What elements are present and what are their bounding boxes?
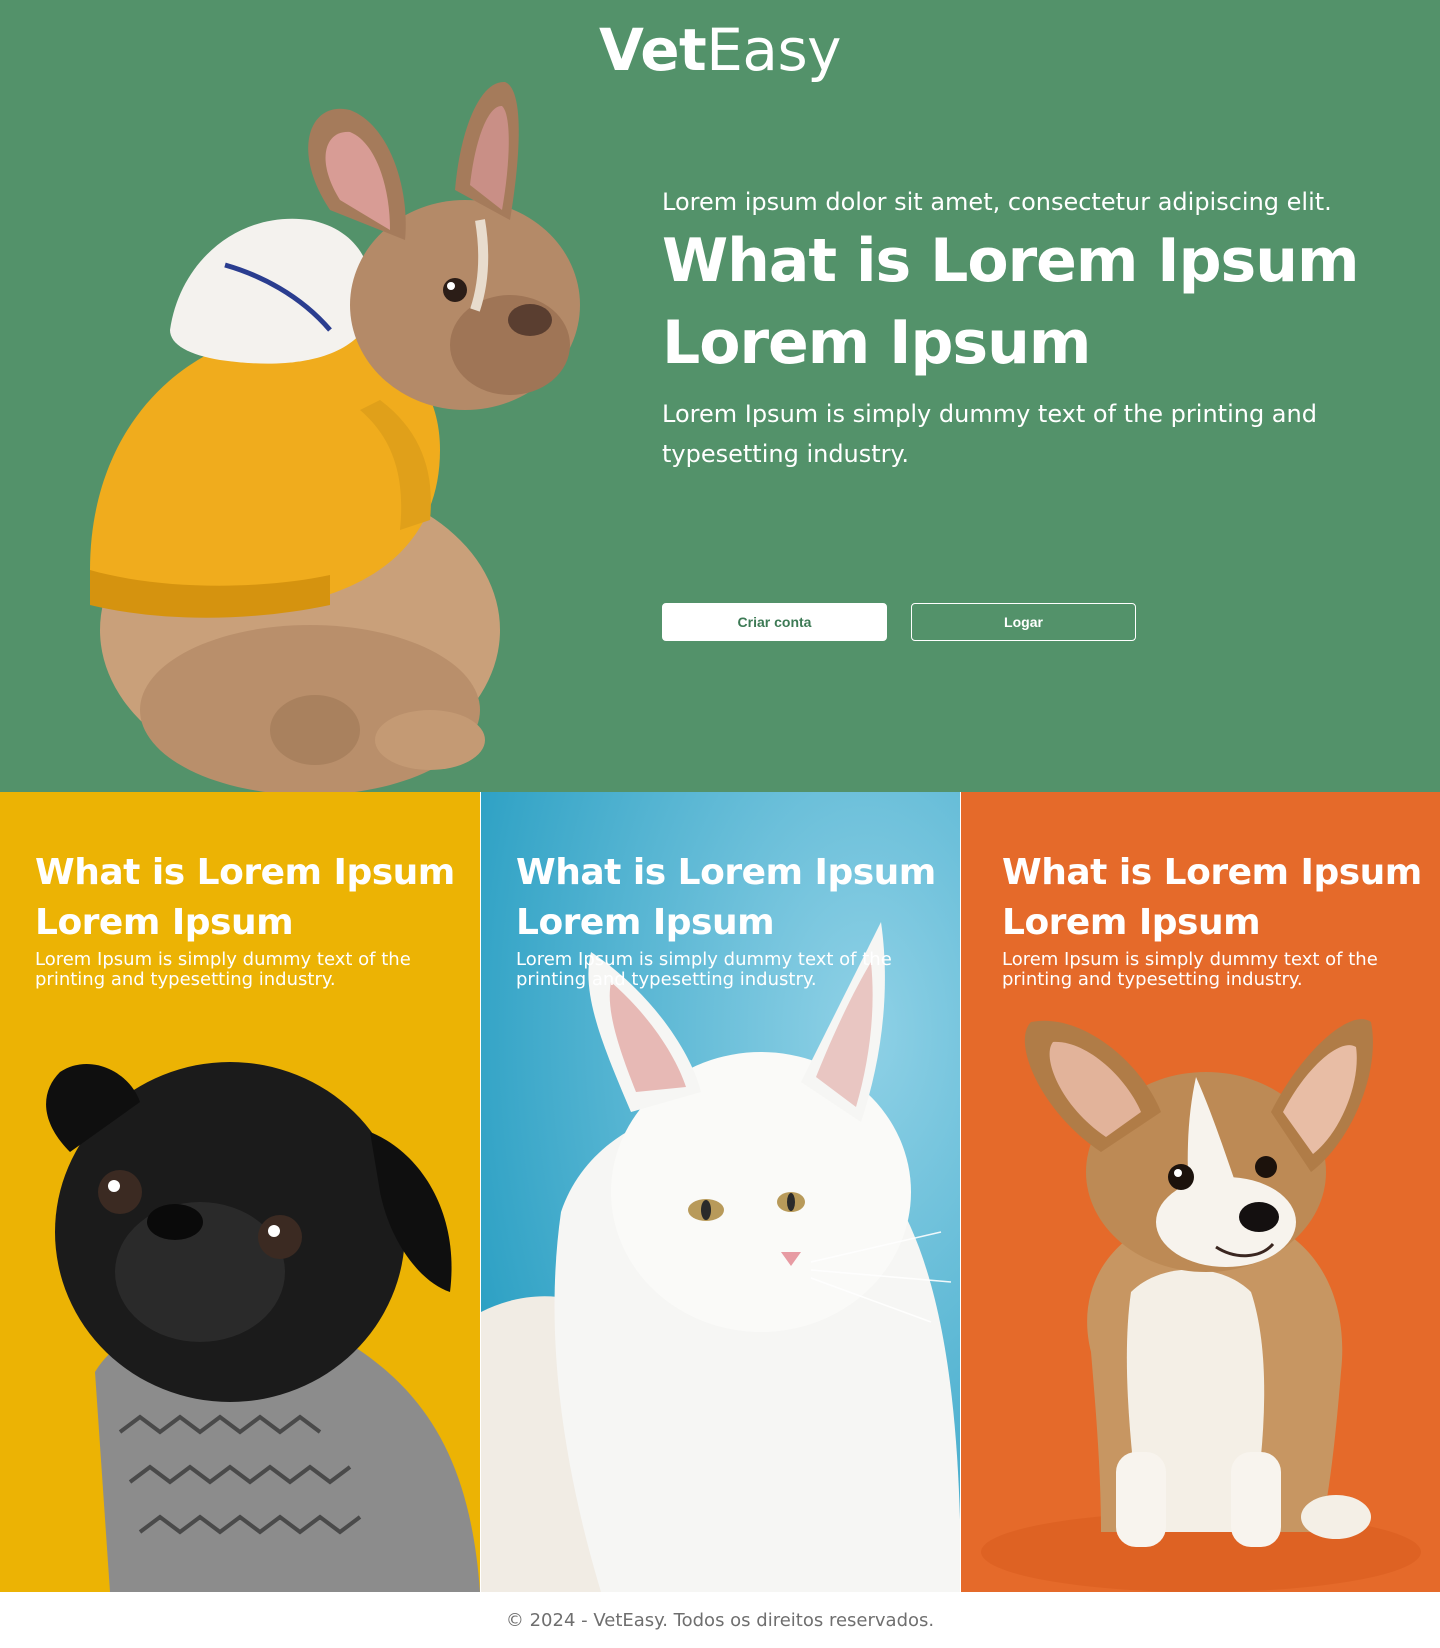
card-text-block: What is Lorem Ipsum Lorem Ipsum Lorem Ip…: [35, 848, 455, 990]
card-description: Lorem Ipsum is simply dummy text of the …: [1002, 949, 1378, 990]
feature-card-cat: What is Lorem Ipsum Lorem Ipsum Lorem Ip…: [480, 792, 960, 1592]
card-title: What is Lorem Ipsum Lorem Ipsum: [35, 852, 455, 943]
footer: © 2024 - VetEasy. Todos os direitos rese…: [0, 1592, 1440, 1648]
feature-cards: What is Lorem Ipsum Lorem Ipsum Lorem Ip…: [0, 792, 1440, 1592]
footer-copyright: © 2024 - VetEasy. Todos os direitos rese…: [505, 1609, 935, 1631]
card-title: What is Lorem Ipsum Lorem Ipsum: [1002, 852, 1422, 943]
card-title: What is Lorem Ipsum Lorem Ipsum: [516, 852, 936, 943]
hero-eyebrow: Lorem ipsum dolor sit amet, consectetur …: [662, 188, 1332, 216]
hero-text-block: Lorem ipsum dolor sit amet, consectetur …: [662, 186, 1382, 474]
feature-card-pug: What is Lorem Ipsum Lorem Ipsum Lorem Ip…: [0, 792, 480, 1592]
hero-dog-image: [90, 81, 580, 792]
card-description: Lorem Ipsum is simply dummy text of the …: [516, 949, 892, 990]
card-text-block: What is Lorem Ipsum Lorem Ipsum Lorem Ip…: [1002, 848, 1422, 990]
hero-description: Lorem Ipsum is simply dummy text of the …: [662, 400, 1317, 468]
hero-section: VetEasy Lorem ipsum dolor sit amet, cons…: [0, 0, 1440, 792]
card-description: Lorem Ipsum is simply dummy text of the …: [35, 949, 411, 990]
hero-title: What is Lorem Ipsum Lorem Ipsum: [662, 226, 1360, 378]
feature-card-corgi: What is Lorem Ipsum Lorem Ipsum Lorem Ip…: [960, 792, 1440, 1592]
card-text-block: What is Lorem Ipsum Lorem Ipsum Lorem Ip…: [516, 848, 936, 990]
login-button[interactable]: Logar: [911, 603, 1136, 641]
create-account-button[interactable]: Criar conta: [662, 603, 887, 641]
brand-name-light: Easy: [706, 16, 841, 84]
